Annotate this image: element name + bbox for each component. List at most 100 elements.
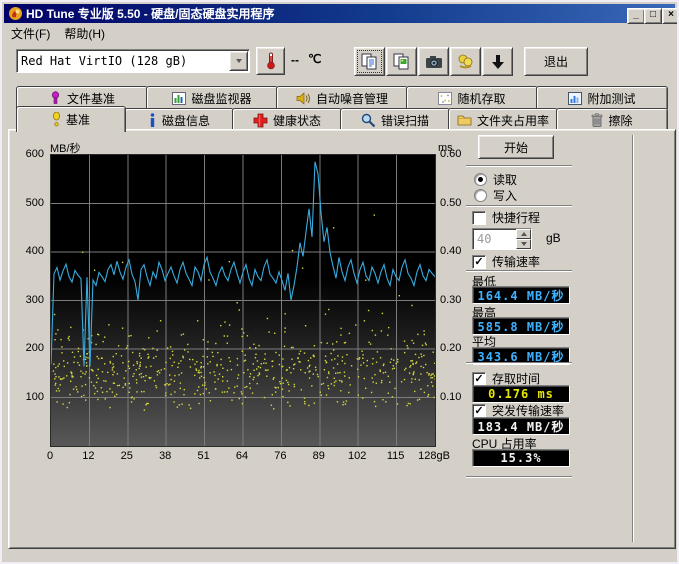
menu-file[interactable]: 文件(F) <box>4 23 57 44</box>
left-axis-ticks: 600500400300200100 <box>12 154 46 445</box>
min-value-display: 164.4 MB/秒 <box>472 286 570 304</box>
copy-image-button[interactable] <box>386 47 417 76</box>
donate-icon <box>457 54 474 70</box>
transfer-rate-label: 传输速率 <box>492 253 540 270</box>
screenshot-button[interactable] <box>418 47 449 76</box>
start-button-label: 开始 <box>504 139 528 156</box>
copy-image-icon <box>393 53 410 70</box>
camera-icon <box>425 55 443 69</box>
chevron-down-icon <box>236 59 242 63</box>
axis-tick-label: 300 <box>26 294 44 306</box>
error-scan-icon <box>361 113 376 128</box>
axis-tick-label: 128gB <box>418 450 450 462</box>
checkbox-checked-icon: ✓ <box>472 255 486 269</box>
short-stroke-size-value: 40 <box>473 232 516 246</box>
menu-help[interactable]: 帮助(H) <box>57 23 112 44</box>
axis-tick-label: 600 <box>26 148 44 160</box>
stepper-arrows[interactable] <box>516 229 531 249</box>
transfer-rate-checkbox[interactable]: ✓ 传输速率 <box>472 253 540 270</box>
tab-label: 擦除 <box>608 112 632 129</box>
separator-vertical <box>632 135 634 542</box>
window-title: HD Tune 专业版 5.50 - 硬盘/固态硬盘实用程序 <box>26 5 274 22</box>
erase-icon <box>591 113 603 127</box>
tab-extra-tests[interactable]: 附加测试 <box>536 86 668 109</box>
axis-tick-label: 0 <box>47 450 53 462</box>
short-stroke-unit: gB <box>546 231 561 245</box>
axis-tick-label: 25 <box>121 450 133 462</box>
close-button[interactable]: × <box>662 8 679 24</box>
axis-tick-label: 0.60 <box>440 148 461 160</box>
tab-random-access[interactable]: 随机存取 <box>406 86 538 109</box>
temperature-button[interactable] <box>256 47 285 75</box>
separator <box>466 205 572 207</box>
tab-label: 随机存取 <box>457 90 505 107</box>
drive-select[interactable]: Red Hat VirtIO (128 gB) <box>16 49 250 73</box>
tab-health[interactable]: 健康状态 <box>232 108 342 131</box>
tab-disk-monitor[interactable]: 磁盘监视器 <box>146 86 278 109</box>
tab-folder-usage[interactable]: 文件夹占用率 <box>448 108 558 131</box>
folder-usage-icon <box>457 114 472 126</box>
checkbox-unchecked-icon <box>472 211 486 225</box>
temperature-value: -- <box>291 53 299 67</box>
maximize-icon: □ <box>650 9 656 20</box>
donate-button[interactable] <box>450 47 481 76</box>
menu-bar: 文件(F) 帮助(H) <box>4 24 675 43</box>
start-button[interactable]: 开始 <box>478 135 554 159</box>
tab-erase[interactable]: 擦除 <box>556 108 668 131</box>
axis-tick-label: 51 <box>197 450 209 462</box>
read-radio[interactable]: 读取 <box>474 171 517 188</box>
axis-tick-label: 0.10 <box>440 391 461 403</box>
tab-error-scan[interactable]: 错误扫描 <box>340 108 450 131</box>
temperature-unit: ℃ <box>308 52 321 66</box>
exit-button[interactable]: 退出 <box>524 47 588 76</box>
tab-benchmark[interactable]: 基准 <box>16 106 126 132</box>
tab-label: 健康状态 <box>273 112 321 129</box>
short-stroke-label: 快捷行程 <box>492 209 540 226</box>
axis-tick-label: 12 <box>82 450 94 462</box>
minimize-button[interactable]: _ <box>627 8 645 24</box>
axis-tick-label: 0.20 <box>440 342 461 354</box>
close-icon: × <box>668 9 674 20</box>
copy-icon <box>361 53 378 70</box>
axis-tick-label: 0.30 <box>440 294 461 306</box>
short-stroke-size-stepper[interactable]: 40 <box>472 228 532 250</box>
stepper-down-button[interactable] <box>516 239 531 249</box>
disk-info-icon <box>148 113 157 127</box>
benchmark-icon <box>52 112 61 127</box>
random-access-icon <box>438 92 452 105</box>
exit-button-label: 退出 <box>544 53 568 70</box>
save-results-button[interactable] <box>482 47 513 76</box>
axis-tick-label: 100 <box>26 391 44 403</box>
app-icon <box>8 6 23 21</box>
tab-label: 错误扫描 <box>381 112 429 129</box>
axis-tick-label: 102 <box>348 450 366 462</box>
axis-tick-label: 64 <box>236 450 248 462</box>
write-radio[interactable]: 写入 <box>474 187 517 204</box>
short-stroke-checkbox[interactable]: 快捷行程 <box>472 209 540 226</box>
drive-select-value: Red Hat VirtIO (128 gB) <box>17 54 229 68</box>
axis-tick-label: 0.40 <box>440 245 461 257</box>
axis-tick-label: 38 <box>159 450 171 462</box>
stepper-up-button[interactable] <box>516 229 531 239</box>
separator <box>466 476 572 478</box>
axis-tick-label: 115 <box>387 450 405 462</box>
tab-label: 文件基准 <box>67 90 115 107</box>
arrow-up-icon <box>521 232 527 236</box>
tab-disk-info[interactable]: 磁盘信息 <box>124 108 234 131</box>
save-icon <box>491 54 505 70</box>
checkbox-checked-icon: ✓ <box>472 372 486 386</box>
file-benchmark-icon <box>49 91 62 105</box>
copy-button[interactable] <box>354 47 385 76</box>
tab-label: 附加测试 <box>587 90 635 107</box>
tab-noise-management[interactable]: 自动噪音管理 <box>276 86 408 109</box>
tab-label: 自动噪音管理 <box>316 90 388 107</box>
maximize-button[interactable]: □ <box>644 8 662 24</box>
title-bar: HD Tune 专业版 5.50 - 硬盘/固态硬盘实用程序 _ □ × <box>4 4 675 23</box>
thermometer-icon <box>265 52 277 70</box>
tab-label: 磁盘信息 <box>162 112 210 129</box>
noise-management-icon <box>296 92 311 105</box>
tab-label: 文件夹占用率 <box>477 112 549 129</box>
app-window: HD Tune 专业版 5.50 - 硬盘/固态硬盘实用程序 _ □ × 文件(… <box>0 0 679 564</box>
axis-tick-label: 400 <box>26 245 44 257</box>
drive-select-dropdown-button[interactable] <box>229 51 248 71</box>
